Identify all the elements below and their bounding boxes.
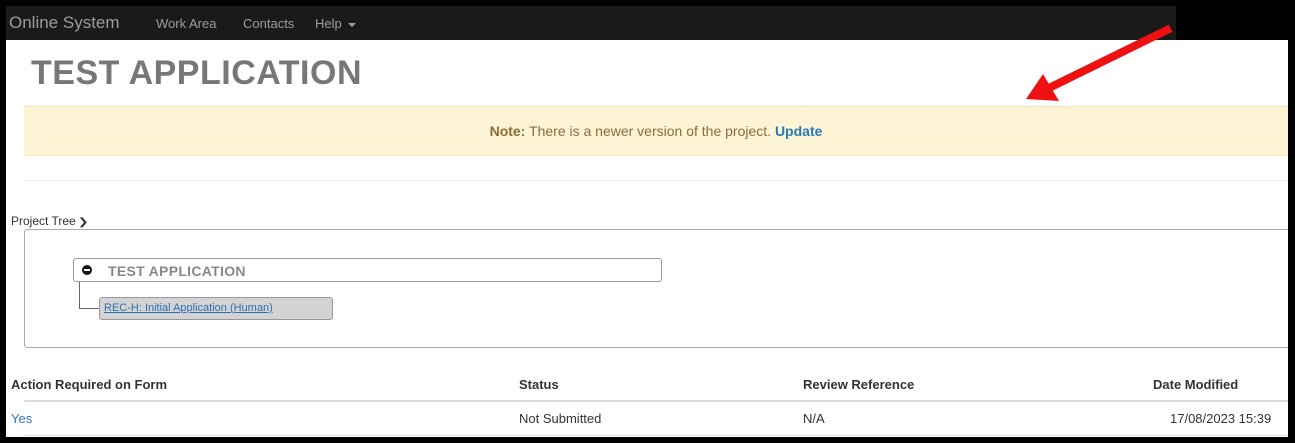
tree-child-node[interactable]: REC-H: Initial Application (Human) [99,297,333,320]
nav-help[interactable]: Help [315,16,356,31]
review-reference-cell: N/A [803,411,825,426]
top-navbar: Online System Work Area Contacts Help [6,6,1288,40]
chevron-down-icon [347,22,356,27]
tree-child-link[interactable]: REC-H: Initial Application (Human) [104,302,273,314]
tree-connector [79,282,100,309]
project-tree-panel: TEST APPLICATION REC-H: Initial Applicat… [24,229,1288,348]
alert-message: There is a newer version of the project. [525,123,775,139]
divider [24,180,1288,181]
nav-contacts[interactable]: Contacts [243,16,294,31]
chevron-down-icon: ❯ [77,217,89,228]
alert-prefix: Note: [489,123,526,139]
action-required-link[interactable]: Yes [11,411,32,426]
brand-logo[interactable]: Online System [9,13,120,33]
project-tree-label: Project Tree [11,214,76,228]
column-header-status: Status [519,377,559,392]
table-header-divider [24,400,1288,402]
app-window: Online System Work Area Contacts Help TE… [6,6,1288,437]
redacted-area [1176,6,1288,40]
tree-root-label: TEST APPLICATION [108,263,246,279]
table-row-divider [24,435,1288,436]
date-modified-cell: 17/08/2023 15:39 [1170,411,1272,426]
tree-root-node[interactable]: TEST APPLICATION [73,258,662,282]
update-link[interactable]: Update [775,123,822,139]
nav-work-area[interactable]: Work Area [156,16,216,31]
status-cell: Not Submitted [519,411,602,426]
project-tree-toggle[interactable]: Project Tree ❯ [11,214,89,228]
minus-circle-icon[interactable] [82,265,92,275]
update-alert: Note: There is a newer version of the pr… [24,106,1288,156]
column-header-action: Action Required on Form [11,377,167,392]
column-header-date-modified: Date Modified [1153,377,1239,392]
column-header-review-reference: Review Reference [803,377,915,392]
page-title: TEST APPLICATION [31,54,362,92]
nav-help-label: Help [315,16,342,31]
